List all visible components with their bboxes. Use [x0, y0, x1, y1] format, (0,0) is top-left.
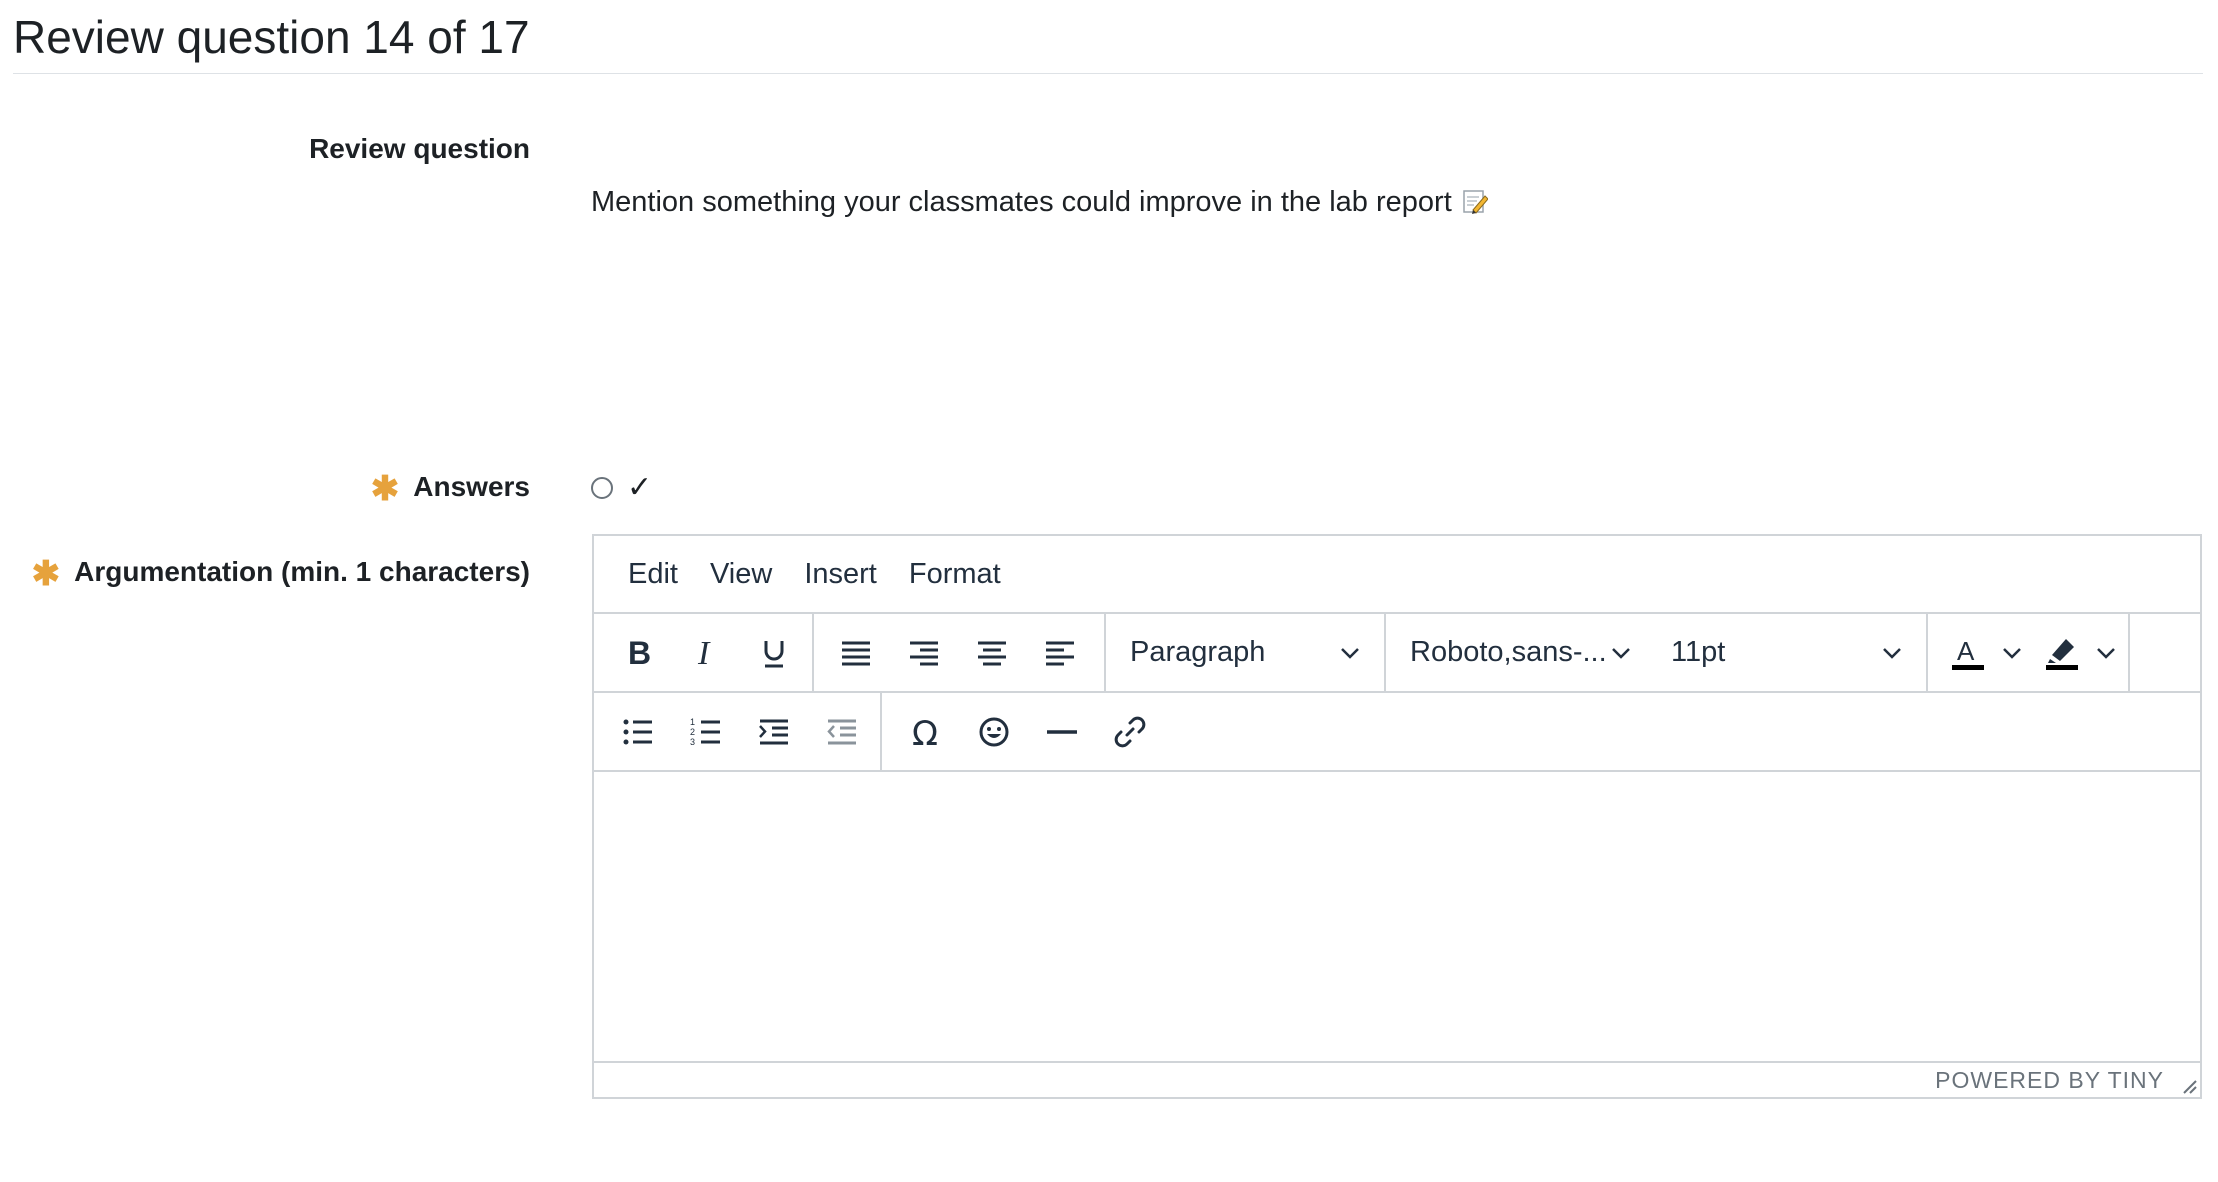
editor-menubar: Edit View Insert Format [594, 536, 2200, 614]
align-justify-button[interactable] [822, 623, 890, 683]
format-group: B I [594, 614, 814, 691]
horizontal-line-button[interactable] [1028, 702, 1096, 762]
svg-text:A: A [1957, 636, 1975, 666]
special-character-button[interactable]: Ω [892, 702, 960, 762]
font-group: Roboto,sans-... 11pt [1386, 614, 1928, 691]
svg-text:Ω: Ω [912, 714, 938, 750]
menu-format[interactable]: Format [899, 558, 1011, 591]
argumentation-label-row: ✱ Argumentation (min. 1 characters) [32, 550, 530, 593]
indent-icon [759, 719, 788, 744]
chevron-down-icon [1341, 647, 1359, 659]
link-button[interactable] [1096, 702, 1164, 762]
italic-button[interactable]: I [672, 623, 740, 683]
italic-icon: I [697, 635, 711, 671]
question-text: Mention something your classmates could … [591, 186, 1489, 219]
chevron-down-icon [1883, 647, 1901, 659]
text-color-button[interactable]: A [1948, 633, 2024, 673]
chevron-down-icon [2003, 647, 2021, 659]
align-justify-icon [842, 641, 870, 665]
answer-radio[interactable] [591, 476, 613, 499]
answer-option-label: ✓ [627, 471, 653, 504]
highlight-color-button[interactable] [2042, 633, 2118, 673]
question-text-value: Mention something your classmates could … [591, 186, 1452, 218]
align-right-icon [910, 641, 938, 665]
editor-toolbar-row-2: 123 Ω [594, 693, 2200, 772]
menu-view[interactable]: View [700, 558, 782, 591]
indent-button[interactable] [740, 702, 808, 762]
bullet-list-icon [623, 719, 652, 744]
align-center-button[interactable] [958, 623, 1026, 683]
page-title: Review question 14 of 17 [13, 11, 530, 63]
list-group: 123 [594, 693, 882, 770]
bold-icon: B [628, 635, 651, 671]
answers-label-row: ✱ Answers [371, 465, 530, 508]
omega-icon: Ω [912, 714, 938, 750]
required-icon: ✱ [31, 555, 61, 593]
resize-handle-icon[interactable] [2180, 1077, 2198, 1095]
highlighter-icon [2046, 638, 2078, 670]
required-icon: ✱ [370, 470, 400, 508]
numbered-list-icon: 123 [690, 717, 720, 747]
menu-insert[interactable]: Insert [794, 558, 887, 591]
powered-by-link[interactable]: POWERED BY TINY [1935, 1067, 2164, 1094]
emoji-button[interactable] [960, 702, 1028, 762]
align-group [814, 614, 1106, 691]
rich-text-editor: Edit View Insert Format B I Paragraph Ro… [592, 534, 2202, 1099]
svg-text:3: 3 [690, 737, 695, 747]
svg-text:B: B [628, 635, 651, 671]
outdent-button[interactable] [808, 702, 876, 762]
smiley-icon [979, 717, 1009, 746]
editor-content-area[interactable] [594, 772, 2200, 1062]
chevron-down-icon [1612, 647, 1630, 659]
editor-statusbar: POWERED BY TINY [594, 1061, 2200, 1097]
answers-group: ✓ [591, 470, 652, 505]
align-center-icon [978, 641, 1006, 665]
bullet-list-button[interactable] [604, 702, 672, 762]
link-icon [1114, 716, 1146, 747]
text-color-icon: A [1952, 636, 1984, 670]
svg-text:1: 1 [690, 717, 695, 727]
editor-toolbar-row-1: B I Paragraph Roboto,sans-... 11pt A [594, 614, 2200, 693]
block-format-value: Paragraph [1130, 636, 1266, 668]
underline-button[interactable] [740, 623, 808, 683]
color-group: A [1928, 614, 2130, 691]
align-right-button[interactable] [890, 623, 958, 683]
svg-text:2: 2 [690, 727, 695, 737]
answers-label: Answers [413, 471, 530, 502]
review-page: Review question 14 of 17 Review question… [0, 0, 2218, 1182]
numbered-list-button[interactable]: 123 [672, 702, 740, 762]
menu-edit[interactable]: Edit [618, 558, 688, 591]
svg-text:I: I [697, 635, 711, 671]
bold-button[interactable]: B [604, 623, 672, 683]
underline-icon [764, 640, 784, 667]
title-divider [13, 73, 2203, 74]
memo-icon [1462, 188, 1489, 214]
font-size-select[interactable]: 11pt [1671, 636, 1904, 669]
block-format-select[interactable]: Paragraph [1130, 636, 1362, 669]
block-format-group: Paragraph [1106, 614, 1386, 691]
font-family-select[interactable]: Roboto,sans-... [1410, 636, 1633, 669]
font-size-value: 11pt [1671, 636, 1726, 668]
align-left-button[interactable] [1026, 623, 1094, 683]
chevron-down-icon [2097, 647, 2115, 659]
outdent-icon [827, 719, 856, 744]
insert-group: Ω [882, 693, 1174, 770]
horizontal-line-icon [1047, 729, 1077, 734]
review-question-label: Review question [309, 133, 530, 164]
align-left-icon [1046, 641, 1074, 665]
font-family-value: Roboto,sans-... [1410, 636, 1607, 668]
argumentation-label: Argumentation (min. 1 characters) [74, 556, 530, 587]
